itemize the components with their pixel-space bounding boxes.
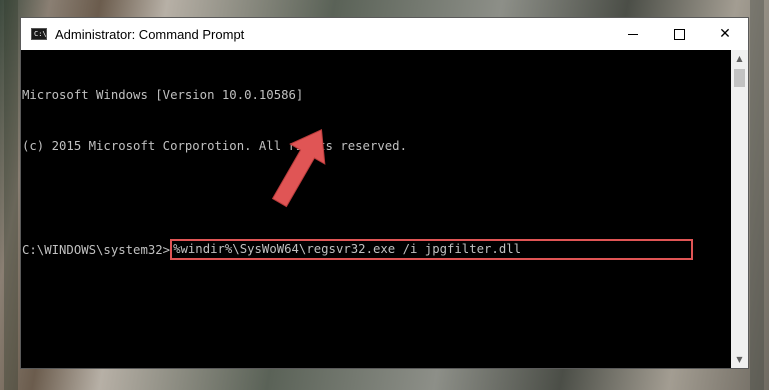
scroll-thumb[interactable]	[734, 69, 745, 87]
cmd-app-icon: C:\	[31, 28, 47, 40]
console-line-copyright: (c) 2015 Microsoft Corporotion. All righ…	[22, 139, 407, 153]
close-button[interactable]: ✕	[702, 18, 748, 50]
prompt-line: C:\WINDOWS\system32> %windir%\SysWoW64\re…	[22, 239, 731, 260]
maximize-button[interactable]	[656, 18, 702, 50]
console-line-version: Microsoft Windows [Version 10.0.10586]	[22, 88, 304, 102]
command-highlight-box: %windir%\SysWoW64\regsvr32.exe /i jpgfil…	[170, 239, 694, 260]
cmd-app-icon-text: C:\	[34, 30, 47, 38]
command-text[interactable]: %windir%\SysWoW64\regsvr32.exe /i jpgfil…	[173, 242, 521, 256]
minimize-icon	[628, 33, 638, 35]
console-output[interactable]: Microsoft Windows [Version 10.0.10586] (…	[21, 50, 731, 368]
close-icon: ✕	[719, 26, 731, 42]
minimize-button[interactable]	[610, 18, 656, 50]
window-controls: ✕	[610, 18, 748, 50]
red-arrow-icon	[271, 129, 326, 208]
maximize-icon	[673, 28, 685, 40]
window-title: Administrator: Command Prompt	[55, 26, 245, 42]
prompt-path: C:\WINDOWS\system32>	[22, 243, 171, 257]
title-bar[interactable]: C:\ Administrator: Command Prompt ✕	[21, 18, 748, 50]
scroll-up-icon[interactable]: ▲	[731, 50, 748, 67]
vertical-scrollbar[interactable]: ▲ ▼	[731, 50, 748, 368]
command-prompt-window: C:\ Administrator: Command Prompt ✕ Micr…	[20, 17, 749, 369]
scroll-down-icon[interactable]: ▼	[731, 351, 748, 368]
